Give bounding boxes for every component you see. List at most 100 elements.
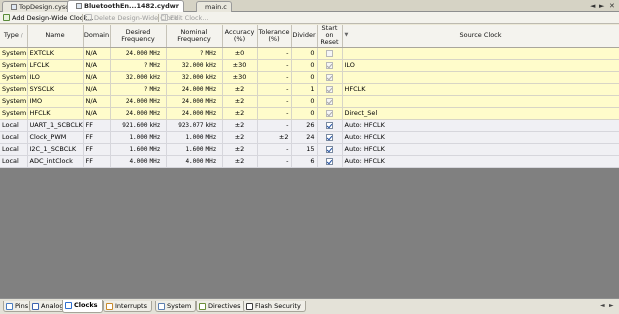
column-tolerance[interactable]: Tolerance (%) <box>257 25 292 48</box>
cell-desired-frequency[interactable]: 4.000 MHz <box>110 155 167 168</box>
table-row[interactable]: System SYSCLK N/A? MHz 24.000 MHz ±2-1 HFCLK <box>0 83 619 96</box>
cell-name[interactable]: Clock_PWM <box>27 131 84 144</box>
next-tab-icon[interactable]: ► <box>609 302 614 309</box>
cell-source-clock[interactable] <box>342 71 619 84</box>
desired-value: ? <box>143 85 148 93</box>
tab-system[interactable]: System <box>155 301 197 312</box>
cell-tolerance[interactable]: - <box>257 59 292 72</box>
cell-divider[interactable]: 6 <box>291 155 318 168</box>
desired-value: 32.000 <box>125 73 148 81</box>
cell-divider[interactable]: 0 <box>291 95 318 108</box>
tab-bluetooth-cydwr[interactable]: BluetoothEn...1482.cydwr <box>67 0 184 12</box>
cell-tolerance[interactable]: - <box>257 47 292 60</box>
cell-desired-frequency[interactable]: 32.000 kHz <box>110 71 167 84</box>
cell-tolerance[interactable]: - <box>257 119 292 132</box>
cell-nominal-frequency: 24.000 MHz <box>166 83 223 96</box>
table-row[interactable]: Local Clock_PWM FF 1.000 MHz 1.000 MHz ±2 ±2 24 Au… <box>0 131 619 144</box>
cell-source-clock[interactable]: ILO <box>342 59 619 72</box>
nominal-value: 4.000 <box>185 157 204 165</box>
cell-tolerance[interactable]: - <box>257 95 292 108</box>
cell-divider[interactable]: 15 <box>291 143 318 156</box>
cell-name[interactable]: LFCLK <box>27 59 84 72</box>
cell-name[interactable]: IMO <box>27 95 84 108</box>
cell-desired-frequency[interactable]: ? MHz <box>110 59 167 72</box>
column-source-clock[interactable]: ▼ Source Clock <box>342 25 619 48</box>
cell-desired-frequency[interactable]: 24.000 MHz <box>110 95 167 108</box>
cell-divider[interactable]: 0 <box>291 59 318 72</box>
table-row[interactable]: System LFCLK N/A? MHz 32.000 kHz ±30-0 ILO <box>0 59 619 72</box>
start-on-reset-checkbox[interactable] <box>326 133 333 141</box>
cell-divider[interactable]: 24 <box>291 131 318 144</box>
cell-name[interactable]: SYSCLK <box>27 83 84 96</box>
cell-name[interactable]: ILO <box>27 71 84 84</box>
table-row[interactable]: System EXTCLK N/A 24.000 MHz? MHz ±0-0 <box>0 47 619 60</box>
cell-source-clock[interactable] <box>342 47 619 60</box>
column-start-on-reset[interactable]: Start on Reset <box>317 25 343 48</box>
scroll-left-icon[interactable]: ◄ <box>590 2 595 10</box>
table-row[interactable]: System IMO N/A 24.000 MHz 24.000 MHz ±2-0 <box>0 95 619 108</box>
cell-name[interactable]: UART_1_SCBCLK <box>27 119 84 132</box>
table-row[interactable]: System ILO N/A 32.000 kHz 32.000 kHz ±30-0 <box>0 71 619 84</box>
cell-desired-frequency[interactable]: 24.000 MHz <box>110 47 167 60</box>
cell-desired-frequency[interactable]: 1.600 MHz <box>110 143 167 156</box>
cell-tolerance[interactable]: - <box>257 143 292 156</box>
table-row[interactable]: Local UART_1_SCBCLK FF 921.600 kHz 923.077 kHz… <box>0 119 619 132</box>
cell-source-clock[interactable] <box>342 95 619 108</box>
tab-main-c[interactable]: main.c <box>196 1 232 12</box>
column-nominal-frequency[interactable]: Nominal Frequency <box>166 25 223 48</box>
bottom-tab-label: Clocks <box>74 301 98 309</box>
column-accuracy[interactable]: Accuracy (%) <box>222 25 258 48</box>
cell-source-clock[interactable]: Auto: HFCLK <box>342 155 619 168</box>
table-row[interactable]: Local ADC_intClock FF 4.000 MHz 4.000 MHz ±2-6 A… <box>0 155 619 168</box>
cell-divider[interactable]: 26 <box>291 119 318 132</box>
cell-name[interactable]: ADC_intClock <box>27 155 84 168</box>
cell-divider[interactable]: 0 <box>291 71 318 84</box>
table-row[interactable]: Local I2C_1_SCBCLK FF 1.600 MHz 1.600 MHz ±2-15… <box>0 143 619 156</box>
tab-flash-security[interactable]: Flash Security <box>243 301 306 312</box>
cell-desired-frequency[interactable]: 24.000 MHz <box>110 107 167 120</box>
tab-directives[interactable]: Directives <box>196 301 246 312</box>
cell-source-clock[interactable]: Direct_Sel <box>342 107 619 120</box>
cell-source-clock[interactable]: Auto: HFCLK <box>342 131 619 144</box>
cell-tolerance[interactable]: - <box>257 155 292 168</box>
cell-tolerance[interactable]: - <box>257 107 292 120</box>
add-clock-icon <box>3 14 10 21</box>
start-on-reset-checkbox[interactable] <box>326 145 333 153</box>
cell-desired-frequency[interactable]: ? MHz <box>110 83 167 96</box>
column-divider[interactable]: Divider <box>291 25 318 48</box>
cell-start-on-reset <box>317 71 343 84</box>
cell-divider[interactable]: 0 <box>291 107 318 120</box>
cell-tolerance[interactable]: - <box>257 71 292 84</box>
cell-name[interactable]: EXTCLK <box>27 47 84 60</box>
cell-tolerance[interactable]: - <box>257 83 292 96</box>
add-clock-button[interactable]: Add Design-Wide Clock... <box>2 13 93 23</box>
bottom-tab-label: Pins <box>15 302 29 310</box>
column-name[interactable]: Name <box>27 25 84 48</box>
cell-desired-frequency[interactable]: 1.000 MHz <box>110 131 167 144</box>
header-label: Start on Reset <box>320 25 339 47</box>
table-row[interactable]: System HFCLK N/A 24.000 MHz 24.000 MHz ±2-0 Dire… <box>0 107 619 120</box>
edit-clock-label: Edit Clock... <box>170 14 209 22</box>
tab-interrupts[interactable]: Interrupts <box>103 301 152 312</box>
scroll-right-icon[interactable]: ► <box>599 2 604 10</box>
cell-source-clock[interactable]: Auto: HFCLK <box>342 119 619 132</box>
cell-name[interactable]: I2C_1_SCBCLK <box>27 143 84 156</box>
cell-divider[interactable]: 1 <box>291 83 318 96</box>
cell-source-clock[interactable]: HFCLK <box>342 83 619 96</box>
cell-name[interactable]: HFCLK <box>27 107 84 120</box>
edit-clock-button[interactable]: Edit Clock... <box>160 13 209 23</box>
column-type[interactable]: Type / <box>0 25 28 48</box>
cell-source-clock[interactable]: Auto: HFCLK <box>342 143 619 156</box>
cell-divider[interactable]: 0 <box>291 47 318 60</box>
cell-desired-frequency[interactable]: 921.600 kHz <box>110 119 167 132</box>
close-icon[interactable]: ✕ <box>609 2 615 10</box>
prev-tab-icon[interactable]: ◄ <box>600 302 605 309</box>
start-on-reset-checkbox[interactable] <box>326 121 333 129</box>
start-on-reset-checkbox[interactable] <box>326 157 333 165</box>
cell-tolerance[interactable]: ±2 <box>257 131 292 144</box>
column-desired-frequency[interactable]: Desired Frequency <box>110 25 167 48</box>
clocks-toolbar: Add Design-Wide Clock... Delete Design-W… <box>0 12 619 24</box>
delete-clock-icon <box>85 14 92 21</box>
column-domain[interactable]: Domain <box>83 25 111 48</box>
tab-clocks[interactable]: Clocks <box>62 300 103 313</box>
